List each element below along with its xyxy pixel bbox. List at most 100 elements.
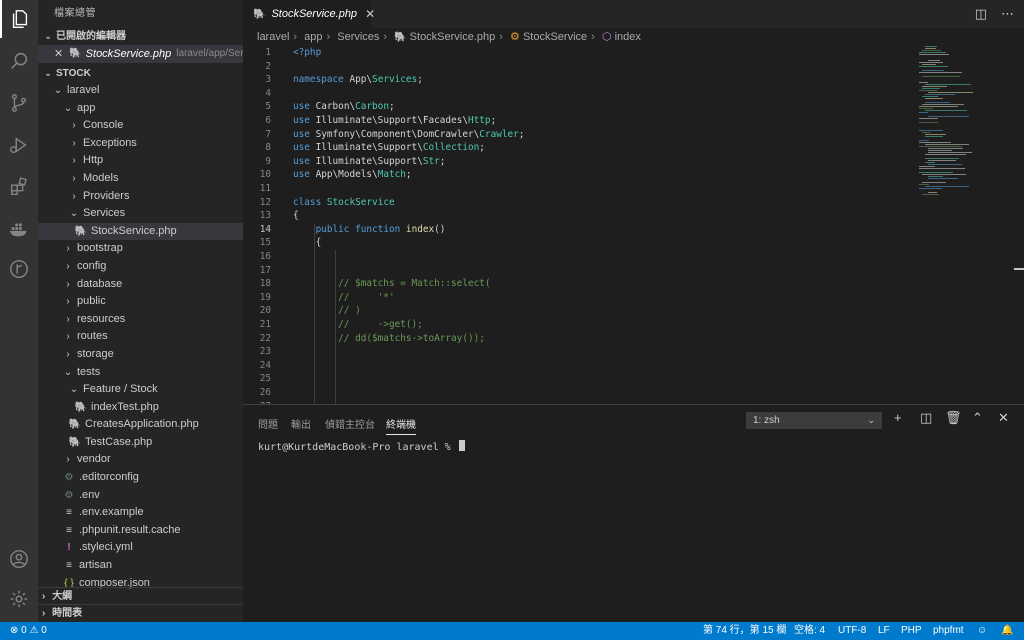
editor-scrollbar[interactable] (1012, 46, 1024, 404)
breadcrumb-method[interactable]: index (615, 31, 641, 43)
tab-problems[interactable]: 問題 (258, 416, 278, 431)
tree-item[interactable]: › database (38, 276, 243, 294)
open-editors-header[interactable]: ⌄ 已開啟的編輯器 (38, 28, 243, 45)
tree-item[interactable]: › Models (38, 170, 243, 188)
language-mode[interactable]: PHP (901, 622, 922, 640)
terminal-select[interactable]: 1: zsh ⌄ (746, 412, 882, 429)
split-editor-icon[interactable]: ◫ (975, 6, 987, 22)
settings-gear-icon[interactable] (0, 580, 38, 618)
tree-item[interactable]: 🐘 TestCase.php (38, 434, 243, 452)
terminal-select-value: 1: zsh (753, 415, 780, 426)
feedback-icon[interactable]: ☺ (977, 622, 987, 640)
minimap-line (928, 192, 937, 193)
close-panel-icon[interactable]: ✕ (998, 410, 1009, 426)
sidebar-title: 檔案總管 (54, 8, 96, 19)
cursor-position[interactable]: 第 74 行，第 15 欄 (703, 622, 786, 640)
tree-item[interactable]: › Exceptions (38, 135, 243, 153)
indentation[interactable]: 空格: 4 (794, 622, 825, 640)
breadcrumb-file[interactable]: StockService.php (410, 31, 496, 43)
code-editor[interactable]: 1 <?php 2 3 namespace App\Services; 4 5 use Car… (243, 46, 1024, 404)
account-icon[interactable] (0, 540, 38, 578)
formatter[interactable]: phpfmt (933, 622, 964, 640)
maximize-panel-icon[interactable]: ⌃ (972, 410, 983, 426)
run-debug-icon[interactable] (0, 126, 38, 164)
minimap-line (928, 176, 943, 177)
tree-item[interactable]: ⌄ laravel (38, 82, 243, 100)
tree-item[interactable]: ⌄ app (38, 100, 243, 118)
project-header[interactable]: ⌄ STOCK (38, 65, 243, 82)
explorer-icon[interactable] (0, 0, 38, 38)
tree-item[interactable]: › Http (38, 152, 243, 170)
php-file-icon: 🐘 (68, 436, 82, 448)
terminal-prompt: kurt@KurtdeMacBook-Pro laravel % (258, 442, 457, 453)
tree-item[interactable]: › public (38, 293, 243, 311)
tree-item[interactable]: 🐘 StockService.php (38, 222, 243, 241)
tree-item[interactable]: › vendor (38, 451, 243, 469)
tree-item[interactable]: ⚙ .env (38, 487, 243, 505)
tree-item[interactable]: › bootstrap (38, 240, 243, 258)
php-file-icon: 🐘 (394, 32, 407, 43)
tree-item[interactable]: › routes (38, 328, 243, 346)
tree-item[interactable]: 🐘 CreatesApplication.php (38, 416, 243, 434)
tree-item[interactable]: › storage (38, 346, 243, 364)
open-editor-item[interactable]: ✕ 🐘 StockService.php laravel/app/Ser... (38, 45, 243, 63)
breadcrumb-app[interactable]: app (304, 31, 322, 43)
code-line: 3 namespace App\Services; (243, 73, 923, 87)
tab-output[interactable]: 輸出 (291, 416, 311, 431)
code-text: <?php (293, 47, 322, 58)
tree-item[interactable]: › config (38, 258, 243, 276)
tree-item[interactable]: › Providers (38, 188, 243, 206)
minimap-line (925, 162, 935, 163)
tree-item[interactable]: 🐘 indexTest.php (38, 399, 243, 417)
tree-item[interactable]: ≡ .phpunit.result.cache (38, 522, 243, 540)
chevron-right-icon: › (66, 454, 70, 466)
code-text: { (293, 237, 322, 249)
outline-section[interactable]: › 大綱 (38, 587, 243, 604)
end-of-line[interactable]: LF (878, 622, 890, 640)
docker-icon[interactable] (0, 210, 38, 248)
tree-item[interactable]: ⌄ Feature / Stock (38, 381, 243, 399)
tree-item[interactable]: ≡ .env.example (38, 504, 243, 522)
minimap[interactable] (917, 46, 1012, 404)
more-actions-icon[interactable]: ⋯ (1001, 6, 1014, 22)
breadcrumb-services[interactable]: Services (337, 31, 379, 43)
close-tab-icon[interactable]: ✕ (365, 7, 375, 21)
tab-stockservice[interactable]: 🐘 StockService.php ✕ (243, 0, 375, 28)
code-line: 7 use Symfony\Component\DomCrawler\Crawle… (243, 128, 923, 142)
tree-item-label: .editorconfig (79, 471, 139, 484)
notifications-bell-icon[interactable]: 🔔 (1001, 622, 1013, 640)
timeline-section[interactable]: › 時間表 (38, 604, 243, 621)
tree-item[interactable]: ! .styleci.yml (38, 539, 243, 557)
tree-item[interactable]: ⌄ tests (38, 364, 243, 382)
tree-item[interactable]: ⚙ .editorconfig (38, 469, 243, 487)
encoding[interactable]: UTF-8 (838, 622, 866, 640)
breadcrumb-class[interactable]: StockService (523, 31, 587, 43)
tree-item[interactable]: ≡ artisan (38, 557, 243, 575)
trash-icon[interactable]: 🗑 (945, 410, 962, 426)
code-text: use Symfony\Component\DomCrawler\Crawler… (293, 128, 525, 140)
minimap-line (919, 122, 938, 123)
code-text: use Illuminate\Support\Str; (293, 155, 446, 167)
minimap-line (922, 96, 938, 97)
line-number: 12 (259, 196, 271, 208)
source-control-icon[interactable] (0, 84, 38, 122)
tree-item[interactable]: ⌄ Services (38, 205, 243, 223)
tab-debug-console[interactable]: 偵錯主控台 (325, 416, 375, 431)
line-number: 6 (265, 115, 271, 126)
search-icon[interactable] (0, 42, 38, 80)
close-icon[interactable]: ✕ (54, 45, 63, 63)
breadcrumb-root[interactable]: laravel (257, 31, 289, 43)
git-graph-icon[interactable] (0, 250, 38, 288)
split-terminal-icon[interactable]: ◫ (920, 410, 932, 426)
tree-item[interactable]: › resources (38, 311, 243, 329)
minimap-line (928, 164, 962, 165)
minimap-line (919, 146, 962, 147)
new-terminal-icon[interactable]: + (894, 410, 902, 425)
terminal-output[interactable]: kurt@KurtdeMacBook-Pro laravel % (258, 440, 465, 453)
code-text: // ->get(); (293, 319, 423, 330)
tab-terminal[interactable]: 終端機 (386, 416, 416, 435)
extensions-icon[interactable] (0, 168, 38, 206)
chevron-down-icon: ⌄ (69, 384, 79, 396)
tree-item[interactable]: › Console (38, 117, 243, 135)
problems-indicator[interactable]: ⊗ 0 ⚠ 0 (10, 622, 47, 640)
